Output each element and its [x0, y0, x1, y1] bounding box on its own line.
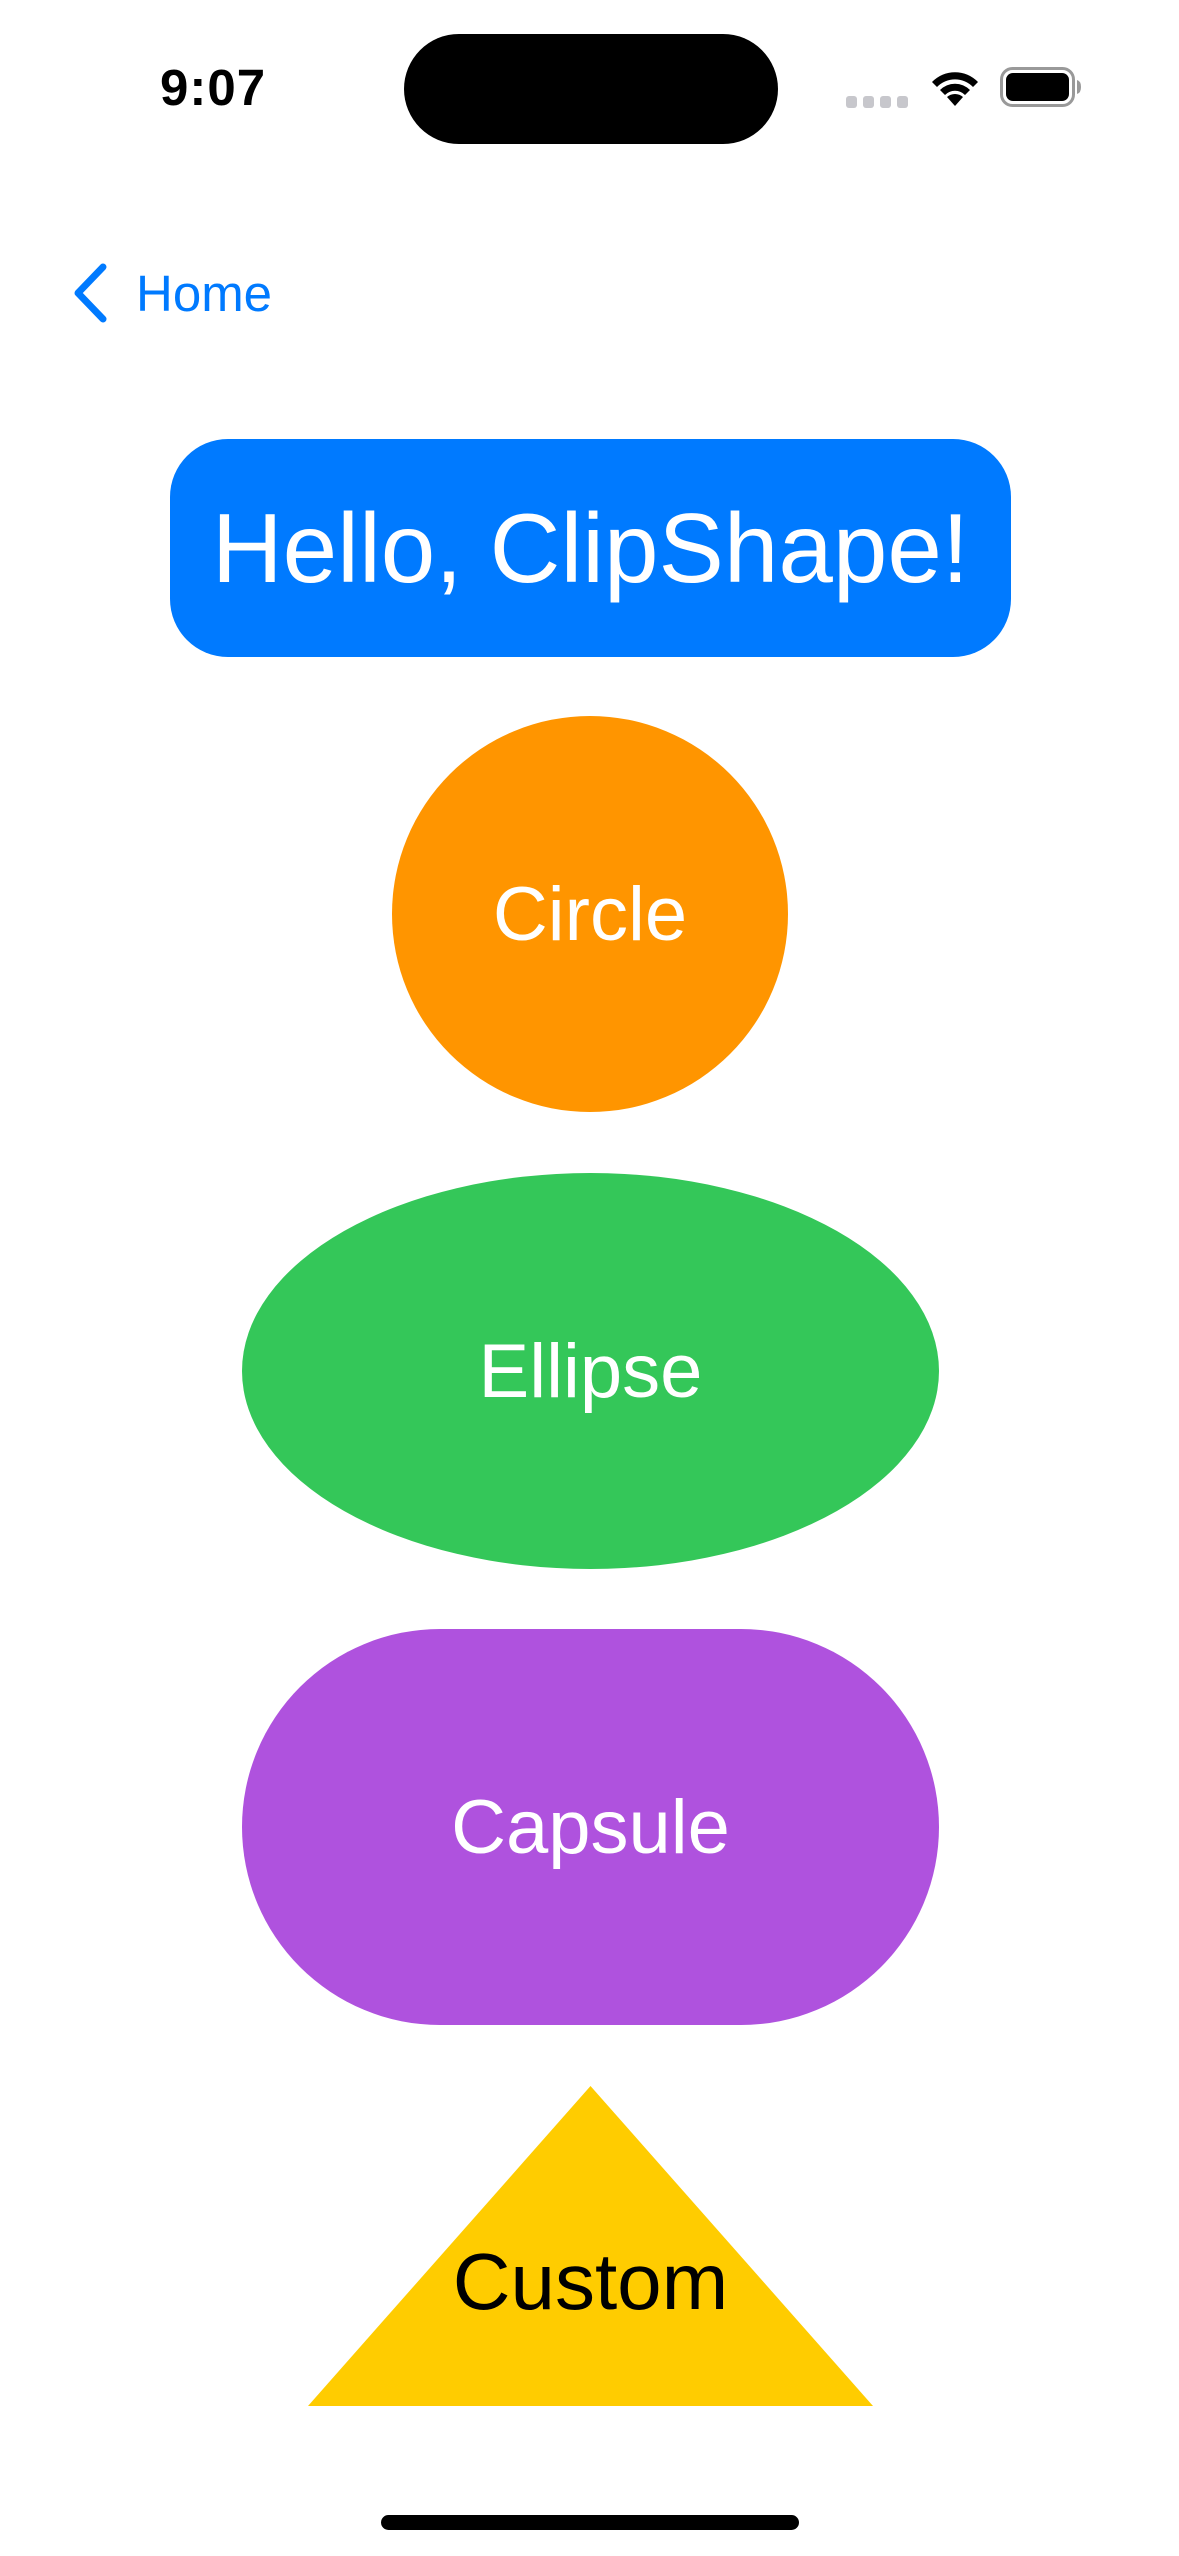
capsule-label: Capsule — [451, 1784, 730, 1870]
screen: 9:07 Home Hello, ClipShape! Circle Ellip… — [0, 0, 1179, 2556]
circle-label: Circle — [492, 871, 688, 957]
dynamic-island — [404, 34, 778, 144]
status-time: 9:07 — [160, 59, 267, 116]
battery-icon — [1000, 67, 1081, 107]
hello-clipshape-box: Hello, ClipShape! — [170, 439, 1011, 657]
custom-label: Custom — [452, 2237, 729, 2326]
custom-triangle-shape: Custom — [308, 2086, 873, 2406]
hello-clipshape-text: Hello, ClipShape! — [211, 492, 970, 603]
wifi-icon — [932, 72, 978, 106]
circle-shape: Circle — [392, 716, 788, 1112]
back-button[interactable]: Home — [70, 258, 272, 328]
home-indicator[interactable] — [381, 2515, 799, 2530]
chevron-left-icon — [74, 263, 107, 323]
cellular-signal-icon — [846, 96, 908, 108]
back-button-label: Home — [136, 264, 273, 322]
capsule-shape: Capsule — [242, 1629, 939, 2025]
ellipse-shape: Ellipse — [242, 1173, 939, 1569]
ellipse-label: Ellipse — [478, 1328, 703, 1414]
